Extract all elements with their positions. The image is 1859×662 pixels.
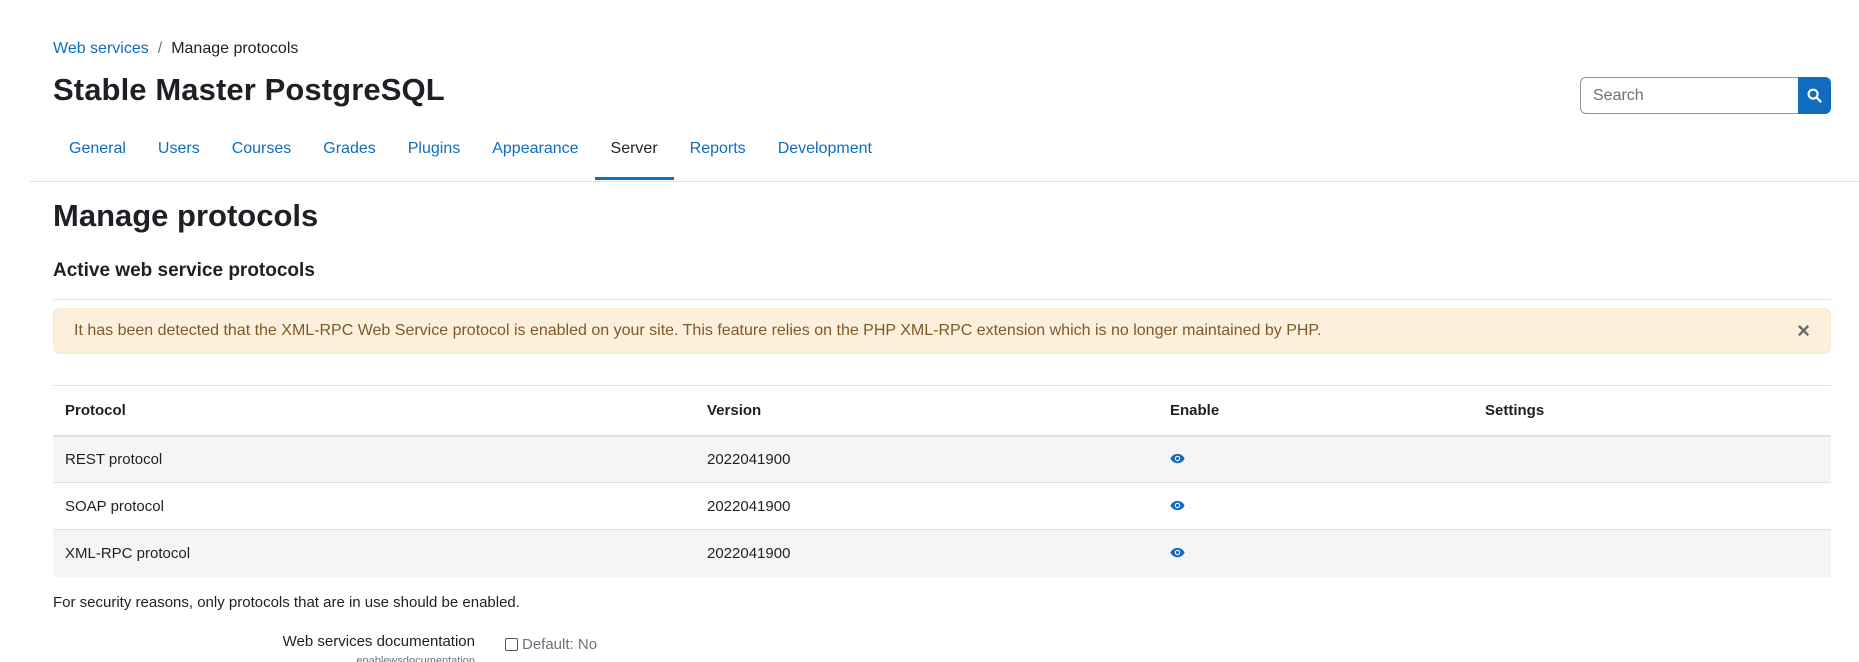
security-note: For security reasons, only protocols tha… xyxy=(53,594,520,611)
tab-courses[interactable]: Courses xyxy=(216,130,308,178)
protocol-enable xyxy=(1158,482,1473,530)
table-row: XML-RPC protocol 2022041900 xyxy=(53,529,1831,577)
protocols-table: Protocol Version Enable Settings REST pr… xyxy=(53,385,1831,577)
tab-plugins[interactable]: Plugins xyxy=(392,130,476,178)
tab-appearance[interactable]: Appearance xyxy=(476,130,594,178)
table-header-row: Protocol Version Enable Settings xyxy=(53,385,1831,437)
breadcrumb-current: Manage protocols xyxy=(171,40,299,57)
documentation-checkbox[interactable] xyxy=(505,638,518,651)
breadcrumb-separator: / xyxy=(157,40,163,57)
tab-server[interactable]: Server xyxy=(594,130,674,180)
column-header-enable: Enable xyxy=(1158,385,1473,437)
setting-label: Web services documentation xyxy=(282,633,475,650)
protocol-name: REST protocol xyxy=(53,435,695,483)
tab-reports[interactable]: Reports xyxy=(674,130,762,178)
close-icon[interactable]: × xyxy=(1797,320,1810,342)
page-heading: Manage protocols xyxy=(53,198,319,233)
eye-icon[interactable] xyxy=(1170,547,1185,558)
search-form xyxy=(1580,77,1831,114)
tab-users[interactable]: Users xyxy=(142,130,216,178)
protocol-settings xyxy=(1473,529,1831,577)
protocol-version: 2022041900 xyxy=(695,529,1158,577)
protocol-version: 2022041900 xyxy=(695,435,1158,483)
protocol-name: XML-RPC protocol xyxy=(53,529,695,577)
tab-grades[interactable]: Grades xyxy=(307,130,391,178)
page: Web services / Manage protocols Stable M… xyxy=(0,0,1859,662)
setting-sublabel: enablewsdocumentation xyxy=(356,655,475,662)
breadcrumb-link-web-services[interactable]: Web services xyxy=(53,40,149,58)
column-header-version: Version xyxy=(695,385,1158,437)
breadcrumb: Web services / Manage protocols xyxy=(53,40,298,58)
search-icon xyxy=(1807,88,1822,103)
eye-icon[interactable] xyxy=(1170,453,1185,464)
protocol-enable xyxy=(1158,529,1473,577)
eye-icon[interactable] xyxy=(1170,500,1185,511)
site-title: Stable Master PostgreSQL xyxy=(53,72,445,107)
protocol-settings xyxy=(1473,435,1831,483)
warning-alert: It has been detected that the XML-RPC We… xyxy=(53,308,1831,354)
table-row: SOAP protocol 2022041900 xyxy=(53,482,1831,530)
protocol-name: SOAP protocol xyxy=(53,482,695,530)
setting-control: Default: No xyxy=(505,636,597,653)
alert-message: It has been detected that the XML-RPC We… xyxy=(74,322,1322,339)
column-header-settings: Settings xyxy=(1473,385,1831,437)
protocol-version: 2022041900 xyxy=(695,482,1158,530)
search-input[interactable] xyxy=(1580,77,1798,114)
column-header-protocol: Protocol xyxy=(53,385,695,437)
primary-navigation-tabs: General Users Courses Grades Plugins App… xyxy=(53,130,888,180)
table-row: REST protocol 2022041900 xyxy=(53,435,1831,483)
tab-development[interactable]: Development xyxy=(762,130,888,178)
tab-general[interactable]: General xyxy=(53,130,142,178)
section-heading: Active web service protocols xyxy=(53,260,315,281)
setting-default-text: Default: No xyxy=(522,636,598,653)
section-divider xyxy=(53,299,1831,300)
protocol-settings xyxy=(1473,482,1831,530)
protocol-enable xyxy=(1158,435,1473,483)
tabs-divider xyxy=(30,181,1859,182)
search-button[interactable] xyxy=(1798,77,1831,114)
